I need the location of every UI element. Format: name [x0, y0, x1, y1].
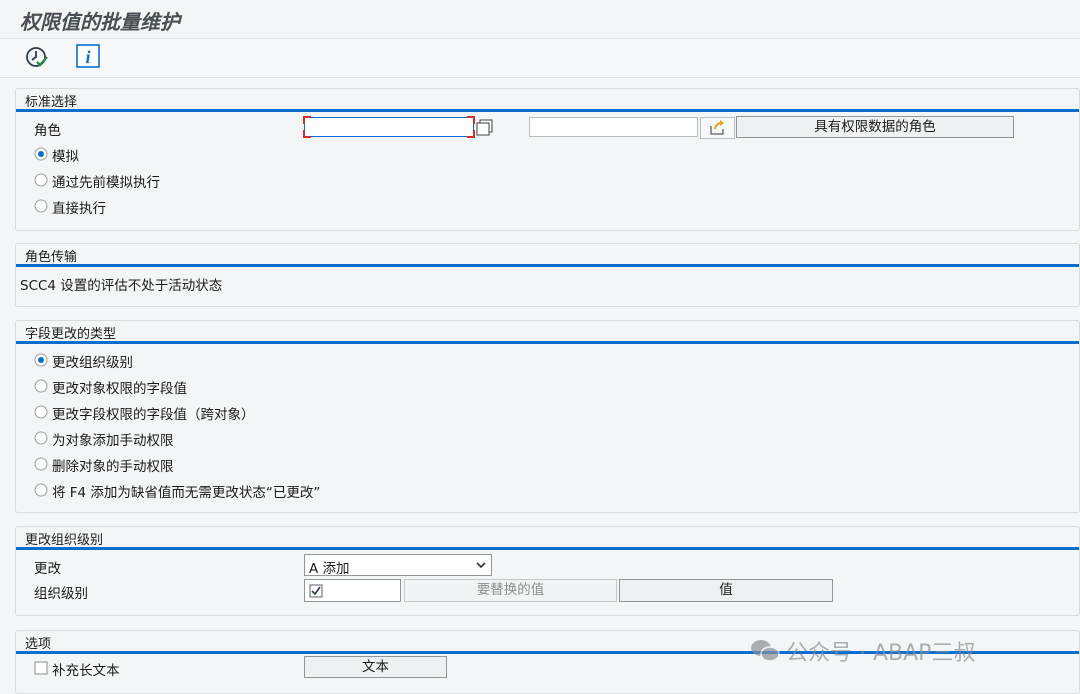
- radio-label: 删除对象的手动权限: [52, 459, 174, 475]
- section-title: 字段更改的类型: [25, 327, 117, 342]
- section-header: 角色传输: [16, 244, 1079, 267]
- radio-label: 将 F4 添加为缺省值而无需更改状态“已更改”: [52, 485, 321, 501]
- radio-add-f4-default[interactable]: [34, 483, 48, 497]
- text-button[interactable]: 文本: [304, 656, 447, 678]
- radio-label: 模拟: [52, 149, 79, 165]
- radio-label: 通过先前模拟执行: [52, 175, 160, 191]
- radio-change-field-values-cross-object[interactable]: [34, 405, 48, 419]
- info-icon[interactable]: i: [76, 44, 102, 70]
- radio-change-object-field-values[interactable]: [34, 379, 48, 393]
- export-arrow-icon[interactable]: [700, 117, 735, 139]
- section-standard-selection: 标准选择 角色 具有权限数据的角色 模拟 通过先前模拟执行 直接执行: [15, 88, 1080, 231]
- org-level-label: 组织级别: [34, 586, 88, 602]
- application-toolbar: i: [0, 39, 1080, 78]
- wechat-icon: [750, 638, 780, 670]
- transport-message: SCC4 设置的评估不处于活动状态: [20, 278, 223, 294]
- title-bar: 权限值的批量维护: [0, 0, 1080, 39]
- chevron-down-icon: [475, 558, 487, 576]
- replace-values-button[interactable]: 要替换的值: [404, 579, 617, 602]
- radio-label: 直接执行: [52, 201, 106, 217]
- section-change-org-level: 更改组织级别 更改 A 添加 组织级别 要替换的值 值: [15, 526, 1080, 616]
- select-value: A 添加: [309, 561, 350, 577]
- change-label: 更改: [34, 561, 61, 577]
- section-header: 更改组织级别: [16, 527, 1079, 550]
- longtext-checkbox[interactable]: [34, 661, 48, 675]
- execute-check-icon[interactable]: [24, 44, 50, 70]
- role-to-input[interactable]: [529, 117, 698, 137]
- section-title: 标准选择: [25, 95, 78, 110]
- role-label: 角色: [34, 123, 61, 139]
- section-role-transport: 角色传输 SCC4 设置的评估不处于活动状态: [15, 243, 1080, 307]
- radio-label: 更改对象权限的字段值: [52, 381, 187, 397]
- multiple-selection-icon[interactable]: [476, 119, 493, 136]
- radio-delete-manual-auth[interactable]: [34, 457, 48, 471]
- change-mode-select[interactable]: A 添加: [304, 554, 492, 577]
- watermark-text: 公众号 · ABAP三叔: [786, 641, 976, 666]
- section-field-change-type: 字段更改的类型 更改组织级别 更改对象权限的字段值 更改字段权限的字段值（跨对象…: [15, 320, 1080, 513]
- page-title: 权限值的批量维护: [20, 10, 180, 34]
- radio-execute-directly[interactable]: [34, 199, 48, 213]
- svg-text:i: i: [85, 47, 90, 67]
- watermark: 公众号 · ABAP三叔: [750, 635, 975, 670]
- values-button[interactable]: 值: [619, 579, 833, 602]
- radio-label: 为对象添加手动权限: [52, 433, 174, 449]
- radio-add-manual-auth[interactable]: [34, 431, 48, 445]
- longtext-label: 补充长文本: [52, 663, 120, 679]
- roles-with-auth-data-button[interactable]: 具有权限数据的角色: [736, 116, 1014, 138]
- radio-label: 更改字段权限的字段值（跨对象）: [52, 407, 255, 423]
- section-header: 字段更改的类型: [16, 321, 1079, 344]
- radio-change-org-level[interactable]: [34, 353, 48, 367]
- radio-execute-after-simulation[interactable]: [34, 173, 48, 187]
- radio-simulate[interactable]: [34, 147, 48, 161]
- section-title: 更改组织级别: [25, 533, 104, 548]
- section-header: 标准选择: [16, 89, 1079, 112]
- section-title: 选项: [25, 637, 52, 652]
- role-from-input[interactable]: [303, 116, 475, 138]
- org-level-input[interactable]: [304, 579, 401, 602]
- section-title: 角色传输: [25, 250, 78, 265]
- radio-label: 更改组织级别: [52, 355, 133, 371]
- org-level-checkbox[interactable]: [309, 584, 323, 598]
